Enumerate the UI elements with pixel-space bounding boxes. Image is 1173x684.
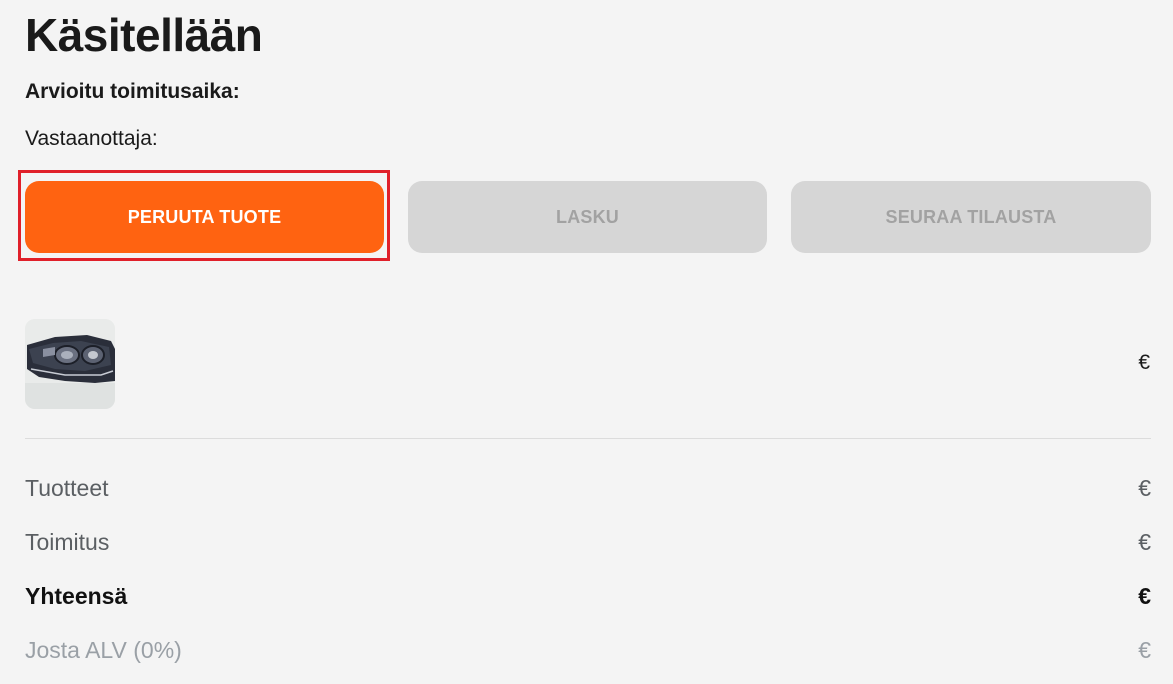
order-status-title: Käsitellään [25,9,263,61]
estimated-delivery-label: Arvioitu toimitusaika: [25,80,240,103]
summary-row-shipping: Toimitus € [25,528,1151,556]
summary-row-total: Yhteensä € [25,582,1151,610]
product-price: € [1138,351,1150,374]
shipping-value: € [1138,529,1151,555]
summary-row-products: Tuotteet € [25,474,1151,502]
summary-row-vat: Josta ALV (0%) € [25,636,1151,664]
recipient-label: Vastaanottaja: [25,127,158,150]
cancel-product-button[interactable]: PERUUTA TUOTE [25,181,384,253]
products-label: Tuotteet [25,475,109,501]
total-label: Yhteensä [25,583,128,609]
products-value: € [1138,475,1151,501]
divider [25,438,1151,439]
vat-label: Josta ALV (0%) [25,637,182,663]
product-image[interactable] [25,319,115,409]
headlight-icon [25,319,115,409]
track-order-button[interactable]: SEURAA TILAUSTA [791,181,1151,253]
order-details-page: Käsitellään Arvioitu toimitusaika: Vasta… [0,0,1173,684]
invoice-button[interactable]: LASKU [408,181,767,253]
vat-value: € [1138,637,1151,663]
total-value: € [1138,583,1151,609]
shipping-label: Toimitus [25,529,110,555]
